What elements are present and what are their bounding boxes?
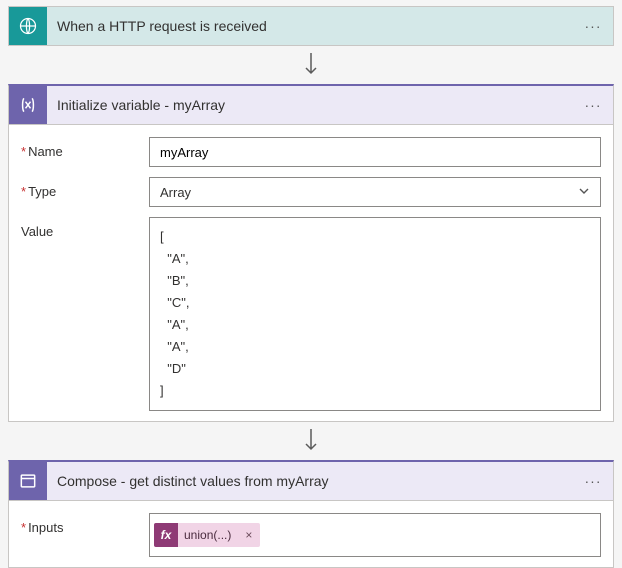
variable-icon	[9, 86, 47, 124]
value-input[interactable]: [ "A", "B", "C", "A", "A", "D" ]	[149, 217, 601, 411]
expression-token-text: union(...)	[178, 528, 237, 542]
trigger-card[interactable]: When a HTTP request is received ···	[8, 6, 614, 46]
inputs-field[interactable]: fx union(...) ×	[149, 513, 601, 557]
variable-menu-button[interactable]: ···	[581, 97, 605, 113]
trigger-title: When a HTTP request is received	[47, 18, 581, 34]
variable-title: Initialize variable - myArray	[47, 97, 581, 113]
compose-title: Compose - get distinct values from myArr…	[47, 473, 581, 489]
variable-body: Name Type Array Value	[9, 125, 613, 421]
type-label: Type	[21, 177, 149, 207]
expression-token-remove[interactable]: ×	[237, 528, 260, 542]
name-input[interactable]	[149, 137, 601, 167]
variable-header[interactable]: Initialize variable - myArray ···	[9, 86, 613, 125]
chevron-down-icon	[578, 185, 590, 200]
initialize-variable-card: Initialize variable - myArray ··· Name T…	[8, 84, 614, 422]
http-request-icon	[9, 7, 47, 45]
flow-arrow	[8, 428, 614, 454]
trigger-header[interactable]: When a HTTP request is received ···	[9, 7, 613, 45]
value-label: Value	[21, 217, 149, 411]
fx-icon: fx	[154, 523, 178, 547]
type-select[interactable]: Array	[149, 177, 601, 207]
compose-header[interactable]: Compose - get distinct values from myArr…	[9, 462, 613, 501]
name-label: Name	[21, 137, 149, 167]
flow-arrow	[8, 52, 614, 78]
inputs-label: Inputs	[21, 513, 149, 557]
compose-menu-button[interactable]: ···	[581, 473, 605, 489]
trigger-menu-button[interactable]: ···	[581, 18, 605, 34]
compose-icon	[9, 462, 47, 500]
expression-token[interactable]: fx union(...) ×	[154, 523, 260, 547]
compose-card: Compose - get distinct values from myArr…	[8, 460, 614, 568]
compose-body: Inputs fx union(...) ×	[9, 501, 613, 567]
type-select-value: Array	[160, 185, 191, 200]
